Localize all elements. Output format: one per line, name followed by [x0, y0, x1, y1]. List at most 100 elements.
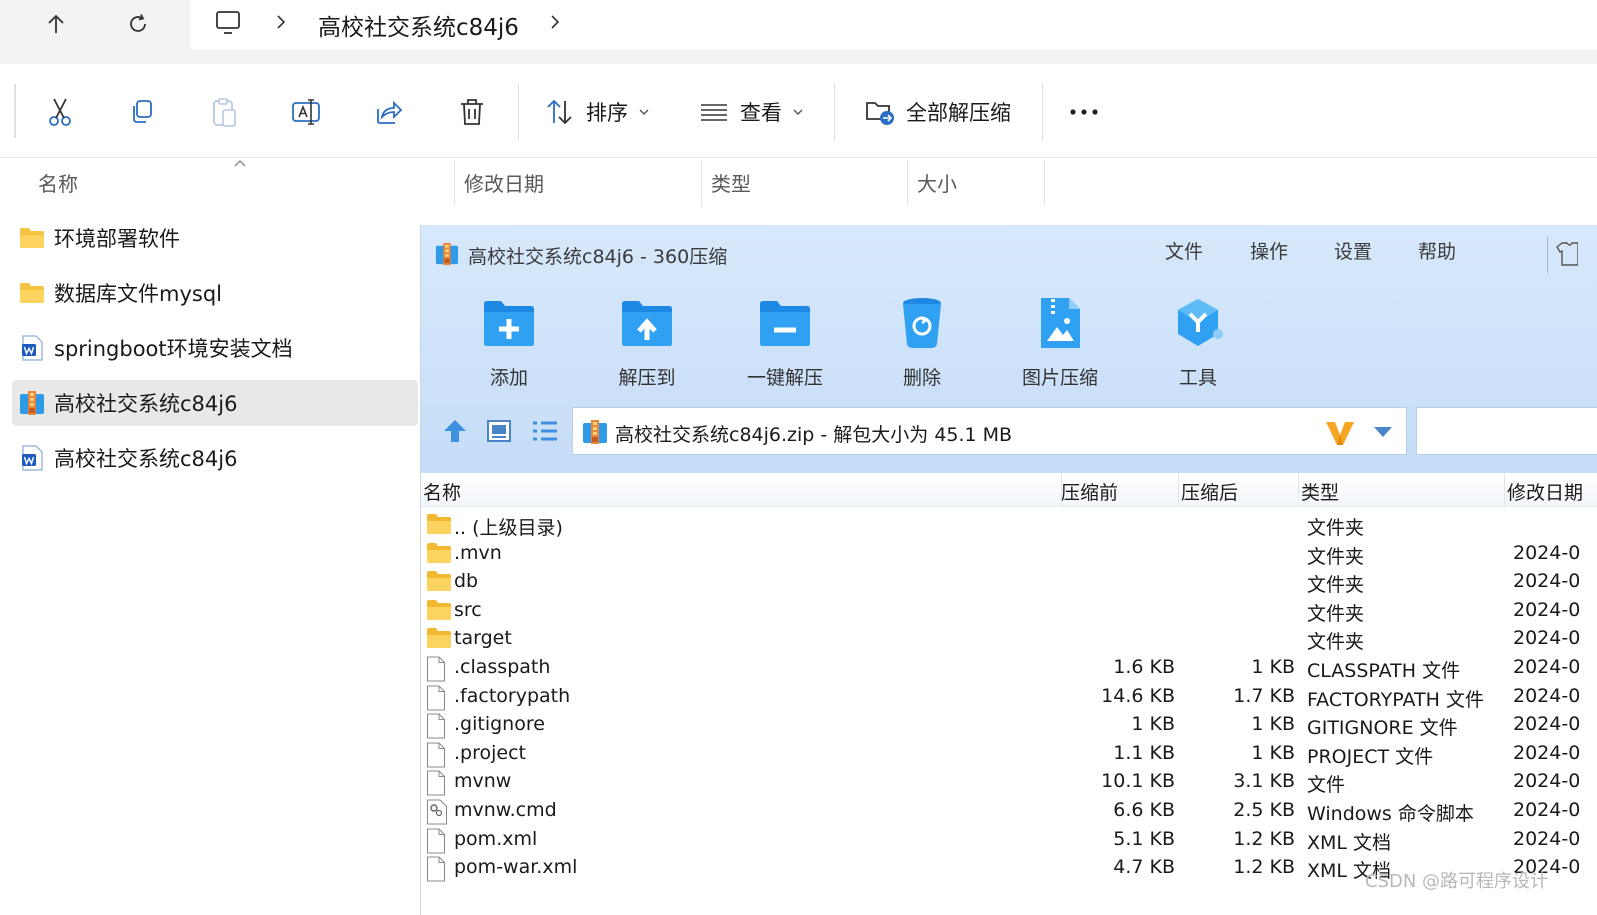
divider [1178, 473, 1179, 507]
skin-button[interactable] [1547, 237, 1597, 273]
add-button[interactable]: 添加 [454, 293, 564, 390]
table-row[interactable]: .classpath 1.6 KB 1 KB CLASSPATH 文件 2024-0 [421, 654, 1597, 682]
divider [1044, 160, 1045, 206]
column-type[interactable]: 类型 [711, 168, 751, 197]
zip-column-before[interactable]: 压缩前 [1061, 478, 1118, 505]
file-icon [426, 742, 450, 768]
zip-entry-size-after: 1.2 KB [1233, 856, 1295, 879]
menu-help[interactable]: 帮助 [1418, 237, 1456, 264]
zip-entry-name: .factorypath [454, 684, 571, 707]
list-item[interactable]: 环境部署软件 [12, 215, 418, 261]
image-file-icon [1030, 293, 1090, 353]
copy-button[interactable] [122, 92, 162, 132]
refresh-button[interactable] [118, 6, 158, 42]
extract-to-button[interactable]: 解压到 [592, 293, 702, 390]
list-view-icon[interactable] [531, 419, 559, 443]
column-modified[interactable]: 修改日期 [464, 168, 544, 197]
table-row[interactable]: .mvn 文件夹 2024-0 [421, 540, 1597, 568]
table-row[interactable]: pom.xml 5.1 KB 1.2 KB XML 文档 2024-0 [421, 826, 1597, 854]
trash-icon [461, 99, 483, 125]
zip-entry-size-before: 10.1 KB [1101, 770, 1175, 793]
list-item[interactable]: springboot环境安装文档 [12, 325, 418, 371]
list-item[interactable]: 高校社交系统c84j6 [12, 435, 418, 481]
zip-column-modified[interactable]: 修改日期 [1507, 478, 1583, 505]
menu-settings[interactable]: 设置 [1334, 237, 1372, 264]
table-row[interactable]: db 文件夹 2024-0 [421, 568, 1597, 596]
column-name[interactable]: 名称 [38, 168, 78, 197]
zip-column-type[interactable]: 类型 [1301, 478, 1339, 505]
divider [1042, 84, 1043, 140]
file-icon [426, 713, 450, 739]
zip-entry-size-after: 1.2 KB [1233, 827, 1295, 850]
zip-entry-type: XML 文档 [1307, 831, 1392, 854]
one-click-extract-button[interactable]: 一键解压 [730, 293, 840, 390]
sort-button[interactable]: 排序 [586, 97, 628, 127]
zip-entry-type: FACTORYPATH 文件 [1307, 688, 1484, 711]
view-icon-wrap[interactable] [694, 92, 734, 132]
table-row[interactable]: .project 1.1 KB 1 KB PROJECT 文件 2024-0 [421, 740, 1597, 768]
delete-button[interactable] [452, 92, 492, 132]
more-options-button[interactable] [1064, 92, 1104, 132]
table-row[interactable]: target 文件夹 2024-0 [421, 625, 1597, 653]
table-row[interactable]: src 文件夹 2024-0 [421, 597, 1597, 625]
archive-path-field[interactable]: 高校社交系统c84j6.zip - 解包大小为 45.1 MB [572, 407, 1407, 455]
up-arrow-icon[interactable] [441, 417, 469, 445]
clipboard-icon [213, 98, 236, 127]
table-row[interactable]: .gitignore 1 KB 1 KB GITIGNORE 文件 2024-0 [421, 711, 1597, 739]
list-item[interactable]: 数据库文件mysql [12, 270, 418, 316]
zip-entry-date: 2024-0 [1513, 770, 1581, 793]
delete-tool-button[interactable]: 删除 [867, 293, 977, 390]
zip-column-name[interactable]: 名称 [423, 478, 461, 505]
folder-upload-icon [617, 293, 677, 353]
archive-path-text: 高校社交系统c84j6.zip - 解包大小为 45.1 MB [615, 424, 1013, 446]
up-button[interactable] [36, 6, 76, 42]
zip-entry-name: .classpath [454, 656, 551, 678]
zip-entry-name: .. (上级目录) [454, 517, 563, 539]
list-item[interactable]: 高校社交系统c84j6 [12, 380, 418, 426]
file-name: 高校社交系统c84j6 [54, 447, 238, 471]
share-button[interactable] [368, 92, 408, 132]
breadcrumb-item[interactable]: 高校社交系统c84j6 [318, 8, 519, 42]
zip-entry-size-before: 6.6 KB [1113, 799, 1175, 821]
zip-entry-size-before: 1.6 KB [1113, 656, 1175, 678]
sort-icon-wrap[interactable] [540, 92, 580, 132]
extract-all-icon-wrap[interactable] [860, 92, 900, 132]
address-box[interactable]: 高校社交系统c84j6 [190, 0, 1597, 50]
arrow-up-icon [48, 14, 64, 33]
divider [454, 160, 455, 206]
zip-entry-size-after: 2.5 KB [1233, 799, 1295, 821]
zip-column-after[interactable]: 压缩后 [1181, 478, 1238, 505]
menu-operation[interactable]: 操作 [1250, 237, 1288, 264]
rename-button[interactable] [286, 92, 326, 132]
search-input[interactable] [1416, 407, 1597, 455]
divider [14, 84, 16, 138]
table-row[interactable]: mvnw.cmd 6.6 KB 2.5 KB Windows 命令脚本 2024-0 [421, 797, 1597, 825]
vip-v-icon[interactable] [1325, 420, 1355, 446]
recycle-bin-icon [892, 293, 952, 353]
tools-button[interactable]: 工具 [1143, 293, 1253, 390]
cut-button[interactable] [40, 92, 80, 132]
menu-file[interactable]: 文件 [1165, 237, 1203, 264]
folder-icon [426, 542, 451, 566]
zip-window-title: 高校社交系统c84j6 - 360压缩 [468, 246, 728, 268]
zip-entry-date: 2024-0 [1513, 799, 1581, 821]
toolbox-icon [1168, 293, 1228, 353]
image-compress-button[interactable]: 图片压缩 [1005, 293, 1115, 390]
folder-icon [426, 513, 451, 537]
tool-label: 工具 [1178, 367, 1217, 389]
divider [907, 160, 908, 206]
script-file-icon [426, 799, 450, 825]
thumbnail-view-icon[interactable] [486, 419, 512, 443]
folder-add-icon [479, 293, 539, 353]
zip-entry-size-after: 1.7 KB [1233, 684, 1295, 707]
extract-all-button[interactable]: 全部解压缩 [906, 97, 1011, 127]
table-row[interactable]: .. (上级目录) 文件夹 [421, 511, 1597, 539]
table-row[interactable]: mvnw 10.1 KB 3.1 KB 文件 2024-0 [421, 768, 1597, 796]
column-size[interactable]: 大小 [917, 168, 957, 197]
zip-entry-type: 文件夹 [1307, 602, 1365, 625]
table-row[interactable]: .factorypath 14.6 KB 1.7 KB FACTORYPATH 文件 2… [421, 683, 1597, 711]
folder-icon [426, 599, 451, 623]
view-button[interactable]: 查看 [740, 97, 782, 127]
paste-button[interactable] [204, 92, 244, 132]
dropdown-triangle-icon[interactable] [1373, 426, 1393, 438]
